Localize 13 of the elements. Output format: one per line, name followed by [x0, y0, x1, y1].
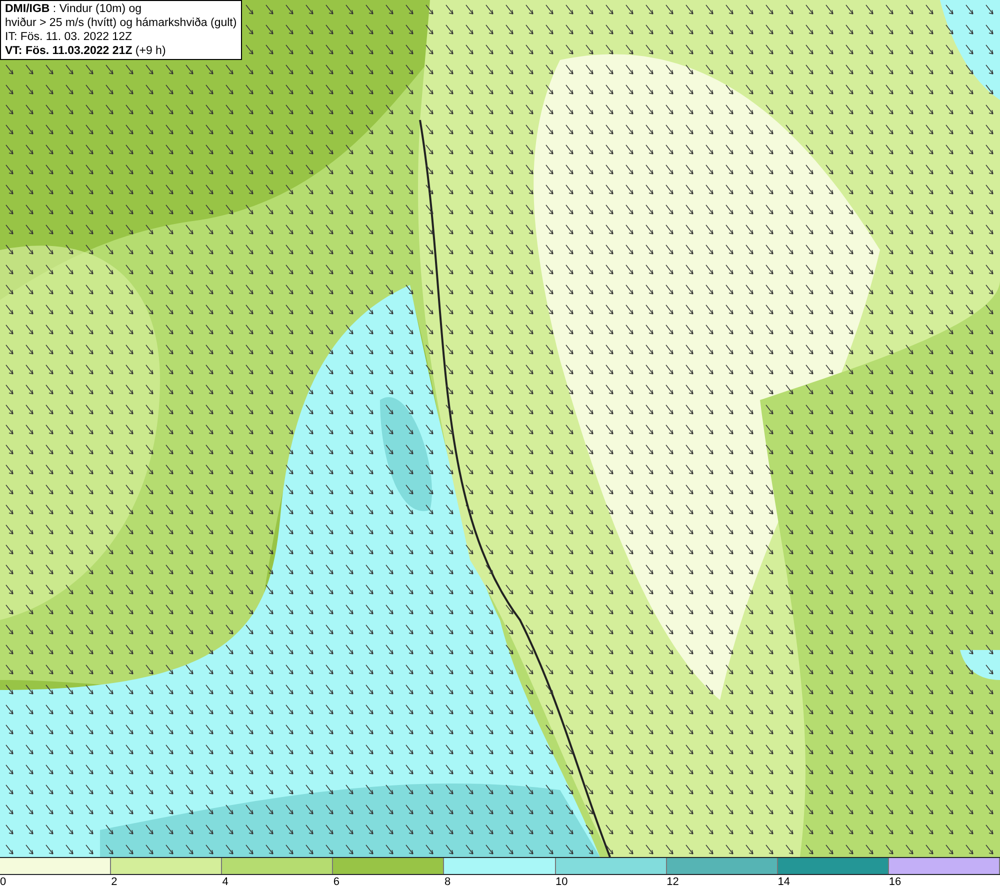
legend-label: 8 — [444, 875, 451, 887]
legend-label: 0 — [0, 875, 6, 887]
legend-label: 6 — [333, 875, 340, 887]
legend-label: 4 — [222, 875, 228, 887]
legend-label: 10 — [556, 875, 568, 887]
title-line: VT: Fös. 11.03.2022 21Z (+9 h) — [5, 44, 167, 58]
title-line: IT: Fös. 11. 03. 2022 12Z — [5, 30, 133, 44]
title-line: hviður > 25 m/s (hvítt) og hámarkshviða (gult) — [5, 16, 237, 30]
legend-label: 14 — [778, 875, 790, 887]
legend-label: 2 — [111, 875, 118, 887]
legend-label: 12 — [666, 875, 679, 887]
title-line: DMI/IGB : Vindur (10m) og — [5, 2, 143, 16]
legend-label: 16 — [888, 875, 902, 887]
